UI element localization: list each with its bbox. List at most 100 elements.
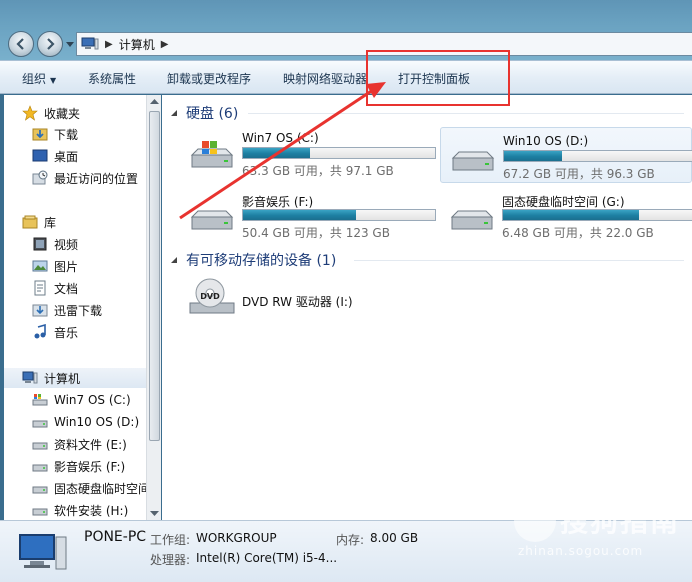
nav-item-drive-g[interactable]: 固态硬盘临时空间 xyxy=(32,478,147,498)
drive-icon xyxy=(450,210,494,230)
dvd-logo-text: DVD xyxy=(200,292,220,301)
nav-computer-label: 计算机 xyxy=(44,371,81,386)
drive-d-tile[interactable]: Win10 OS (D:) 67.2 GB 可用，共 96.3 GB xyxy=(440,127,692,183)
computer-icon xyxy=(19,534,67,570)
nav-item-label: 文档 xyxy=(54,281,79,296)
organize-label: 组织 xyxy=(22,72,47,86)
windows-drive-icon xyxy=(190,141,234,168)
nav-item-label: 固态硬盘临时空间 xyxy=(54,481,147,496)
nav-computer[interactable]: 计算机 xyxy=(4,368,147,388)
arrow-right-icon xyxy=(47,38,55,50)
computer-name: PONE-PC xyxy=(84,529,147,545)
nav-item-documents[interactable]: 文档 xyxy=(32,278,78,298)
drive-usage-bar xyxy=(503,150,692,162)
download-folder-icon xyxy=(32,304,48,317)
nav-item-downloads[interactable]: 下载 xyxy=(32,124,78,144)
navigation-pane: 收藏夹 下载 桌面 最近访问的位置 库 视频 图片 文档 迅雷下载 音乐 计算机 xyxy=(4,95,147,520)
uninstall-program-button[interactable]: 卸载或更改程序 xyxy=(167,70,251,87)
drive-icon xyxy=(190,210,234,230)
drive-f-tile[interactable]: 影音娱乐 (F:) 50.4 GB 可用，共 123 GB xyxy=(180,187,442,243)
nav-item-drive-c[interactable]: Win7 OS (C:) xyxy=(32,390,131,410)
nav-item-recent[interactable]: 最近访问的位置 xyxy=(32,168,138,188)
nav-item-label: 音乐 xyxy=(54,325,79,340)
drive-name: 固态硬盘临时空间 (G:) xyxy=(502,195,625,209)
nav-favorites-label: 收藏夹 xyxy=(44,106,81,121)
nav-item-drive-f[interactable]: 影音娱乐 (F:) xyxy=(32,456,125,476)
nav-libraries-label: 库 xyxy=(44,215,57,230)
pictures-icon xyxy=(32,260,48,272)
section-title: 有可移动存储的设备 (1) xyxy=(186,253,337,269)
collapse-triangle-icon[interactable] xyxy=(170,256,178,264)
section-removable[interactable]: 有可移动存储的设备 (1) xyxy=(170,250,336,270)
organize-menu[interactable]: 组织 ▼ xyxy=(22,70,56,87)
drive-c-tile[interactable]: Win7 OS (C:) 63.3 GB 可用，共 97.1 GB xyxy=(180,125,442,181)
nav-item-label: 下载 xyxy=(54,127,79,142)
windows-drive-icon xyxy=(32,394,48,406)
nav-scrollbar[interactable] xyxy=(146,95,161,520)
recent-places-icon xyxy=(32,170,48,185)
nav-libraries[interactable]: 库 xyxy=(22,212,56,232)
dvd-drive-icon: DVD xyxy=(189,278,235,314)
forward-button[interactable] xyxy=(37,31,63,57)
drive-icon xyxy=(32,464,48,472)
scroll-down-icon[interactable] xyxy=(149,508,160,518)
video-icon xyxy=(33,237,47,251)
nav-item-drive-h[interactable]: 软件安装 (H:) xyxy=(32,500,128,520)
memory-value: 8.00 GB xyxy=(370,531,419,545)
documents-icon xyxy=(34,280,46,296)
nav-item-label: 最近访问的位置 xyxy=(54,171,139,186)
drive-usage-fill xyxy=(243,210,357,220)
nav-item-xunlei[interactable]: 迅雷下载 xyxy=(32,300,102,320)
download-folder-icon xyxy=(32,128,48,141)
drive-icon xyxy=(32,442,48,450)
watermark-brand: 搜狗指南 xyxy=(560,505,681,538)
history-dropdown-icon[interactable] xyxy=(66,40,74,48)
system-properties-button[interactable]: 系统属性 xyxy=(88,70,136,87)
drive-usage-bar xyxy=(502,209,692,221)
nav-item-music[interactable]: 音乐 xyxy=(32,322,78,342)
drive-usage-fill xyxy=(503,210,640,220)
computer-icon xyxy=(81,37,99,50)
music-icon xyxy=(34,324,46,339)
section-hard-disks[interactable]: 硬盘 (6) xyxy=(170,103,238,123)
drive-icon xyxy=(32,508,48,516)
drive-name: Win10 OS (D:) xyxy=(503,134,589,148)
nav-item-pictures[interactable]: 图片 xyxy=(32,256,78,276)
drive-g-tile[interactable]: 固态硬盘临时空间 (G:) 6.48 GB 可用，共 22.0 GB xyxy=(440,187,692,243)
drive-free-space: 50.4 GB 可用，共 123 GB xyxy=(242,226,390,240)
section-divider xyxy=(248,113,684,114)
nav-item-drive-e[interactable]: 资料文件 (E:) xyxy=(32,434,127,454)
arrow-left-icon xyxy=(16,38,24,50)
collapse-triangle-icon[interactable] xyxy=(170,109,178,117)
nav-item-drive-d[interactable]: Win10 OS (D:) xyxy=(32,412,139,432)
watermark-url: zhinan.sogou.com xyxy=(518,544,644,558)
scrollbar-thumb[interactable] xyxy=(149,111,160,441)
sogou-logo-icon xyxy=(514,500,556,542)
drive-usage-bar xyxy=(242,147,436,159)
drive-usage-fill xyxy=(243,148,311,158)
library-icon xyxy=(22,215,38,229)
drive-free-space: 63.3 GB 可用，共 97.1 GB xyxy=(242,164,394,178)
annotation-highlight-box xyxy=(366,50,510,106)
drive-free-space: 67.2 GB 可用，共 96.3 GB xyxy=(503,167,655,181)
nav-item-label: Win10 OS (D:) xyxy=(54,415,140,429)
breadcrumb-computer[interactable]: 计算机 xyxy=(119,36,155,53)
nav-item-videos[interactable]: 视频 xyxy=(32,234,78,254)
drive-name: Win7 OS (C:) xyxy=(242,131,319,145)
back-button[interactable] xyxy=(8,31,34,57)
breadcrumb-separator[interactable]: ▶ xyxy=(161,39,169,50)
computer-icon xyxy=(22,371,38,384)
workgroup-value: WORKGROUP xyxy=(196,531,277,545)
nav-item-desktop[interactable]: 桌面 xyxy=(32,146,78,166)
caret-down-icon: ▼ xyxy=(50,76,57,85)
nav-item-label: 影音娱乐 (F:) xyxy=(54,459,126,474)
dvd-drive-tile[interactable]: DVD DVD RW 驱动器 (I:) xyxy=(180,273,442,329)
nav-item-label: 资料文件 (E:) xyxy=(54,437,127,452)
processor-value: Intel(R) Core(TM) i5-4... xyxy=(196,551,338,565)
nav-favorites[interactable]: 收藏夹 xyxy=(22,103,80,123)
scroll-up-icon[interactable] xyxy=(149,97,160,107)
processor-label: 处理器: xyxy=(150,553,191,567)
drive-icon xyxy=(32,486,48,494)
breadcrumb-separator[interactable]: ▶ xyxy=(105,39,113,50)
map-network-drive-button[interactable]: 映射网络驱动器 xyxy=(283,70,367,87)
